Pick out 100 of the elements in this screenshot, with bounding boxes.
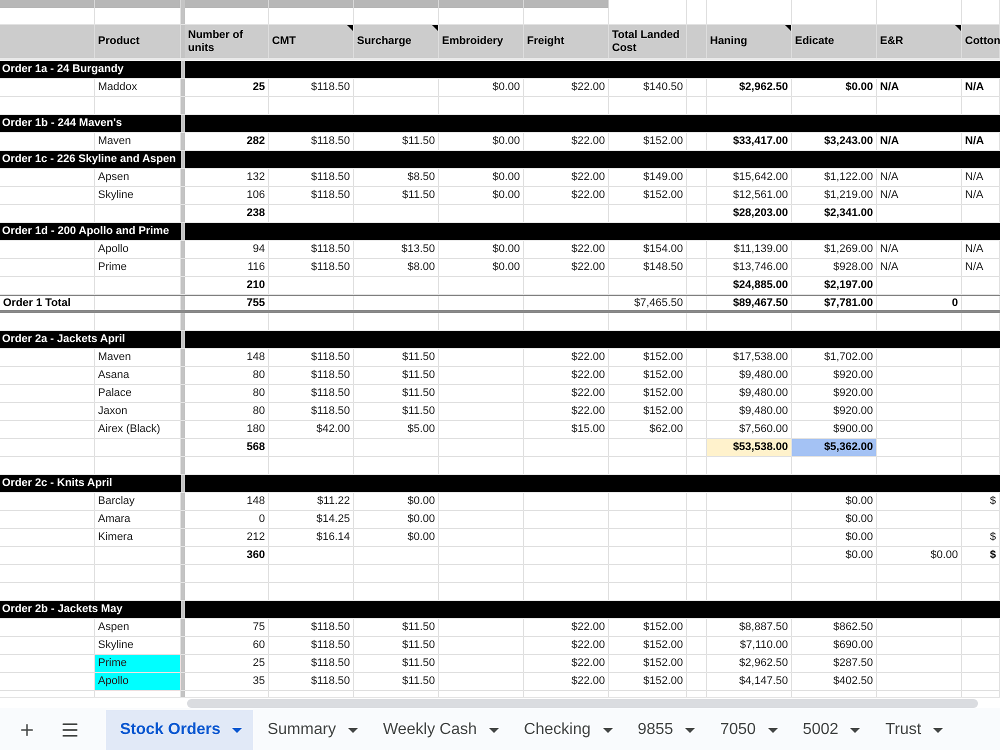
table-cell: $17,538.00	[707, 349, 792, 366]
table-cell: N/A	[877, 79, 962, 96]
sheet-tab[interactable]: Trust	[871, 710, 954, 750]
table-cell: Prime	[95, 655, 181, 672]
table-cell: 148	[185, 493, 269, 510]
table-cell: $154.00	[609, 241, 687, 258]
table-cell: $2,962.50	[707, 655, 792, 672]
table-cell: $5.00	[354, 421, 439, 438]
table-cell: $140.50	[609, 79, 687, 96]
table-cell: $7,781.00	[792, 296, 877, 310]
scrollbar-thumb[interactable]	[187, 698, 978, 708]
table-cell: $13.50	[354, 241, 439, 258]
table-cell: $148.50	[609, 259, 687, 276]
table-cell: $0.00	[792, 79, 877, 96]
column-header: Embroidery	[442, 35, 504, 48]
group-header-cell: Order 1d - 200 Apollo and Prime	[0, 223, 181, 240]
table-cell: N/A	[962, 187, 1000, 204]
table-cell: $118.50	[269, 385, 354, 402]
table-cell: $22.00	[524, 259, 609, 276]
table-cell: $2,197.00	[792, 277, 877, 294]
table-cell: $2,341.00	[792, 205, 877, 222]
table-cell: $0.00	[439, 187, 524, 204]
caret-icon	[768, 728, 778, 732]
table-cell: $5,362.00	[792, 439, 877, 456]
sheet-tab[interactable]: Weekly Cash	[368, 710, 510, 750]
table-cell: 116	[185, 259, 269, 276]
table-cell: $7,465.50	[609, 296, 687, 310]
table-cell: $152.00	[609, 349, 687, 366]
sheet-tab[interactable]: 5002	[788, 710, 872, 750]
group-header-cell: Order 2c - Knits April	[0, 475, 181, 492]
sheet-tab[interactable]: Stock Orders	[106, 710, 254, 750]
group-header-cell: Order 1a - 24 Burgandy	[0, 61, 181, 78]
column-header: Edicate	[795, 35, 834, 48]
table-cell: $9,480.00	[707, 367, 792, 384]
table-cell: $28,203.00	[707, 205, 792, 222]
table-cell: $22.00	[524, 403, 609, 420]
table-cell: $22.00	[524, 619, 609, 636]
table-cell: $118.50	[269, 349, 354, 366]
table-cell: $11.50	[354, 673, 439, 690]
column-header: Cotton	[965, 35, 1000, 48]
table-cell: 60	[185, 637, 269, 654]
table-cell: $118.50	[269, 79, 354, 96]
table-cell: $118.50	[269, 673, 354, 690]
table-cell: $11.50	[354, 367, 439, 384]
sheet-tab[interactable]: Checking	[510, 710, 624, 750]
column-header: Haning	[710, 35, 748, 48]
caret-icon	[933, 728, 944, 732]
table-cell: $42.00	[269, 421, 354, 438]
table-cell: $11.50	[354, 385, 439, 402]
sheet-tab[interactable]: Summary	[253, 710, 369, 750]
sheet-tab[interactable]: 9855	[624, 710, 706, 750]
table-cell: N/A	[962, 169, 1000, 186]
table-cell: Order 1 Total	[0, 296, 95, 310]
column-header: Surcharge	[357, 35, 412, 48]
table-cell: $0.00	[439, 79, 524, 96]
table-cell: $9,480.00	[707, 403, 792, 420]
table-cell: Apollo	[95, 673, 181, 690]
table-cell: 25	[185, 655, 269, 672]
table-cell: N/A	[962, 259, 1000, 276]
table-cell: $13,746.00	[707, 259, 792, 276]
table-cell: $53,538.00	[707, 439, 792, 456]
table-cell: N/A	[877, 169, 962, 186]
table-cell: $1,702.00	[792, 349, 877, 366]
table-cell: $152.00	[609, 133, 687, 150]
table-cell: $287.50	[792, 655, 877, 672]
table-cell: N/A	[877, 241, 962, 258]
column-header: Total Landed Cost	[612, 28, 681, 54]
table-cell: 238	[185, 205, 269, 222]
table-cell: $118.50	[269, 259, 354, 276]
table-cell: 210	[185, 277, 269, 294]
caret-icon	[602, 728, 613, 732]
table-cell: $33,417.00	[707, 133, 792, 150]
table-cell: $0.00	[792, 529, 877, 546]
caret-icon	[685, 728, 696, 732]
table-cell: $11.50	[354, 133, 439, 150]
table-cell: $15.00	[524, 421, 609, 438]
sheet-tab[interactable]: 7050	[706, 710, 789, 750]
table-cell: $9,480.00	[707, 385, 792, 402]
table-cell: $8,887.50	[707, 619, 792, 636]
table-cell: $920.00	[792, 385, 877, 402]
table-cell: $1,269.00	[792, 241, 877, 258]
table-cell: 94	[185, 241, 269, 258]
table-cell: $920.00	[792, 403, 877, 420]
table-cell: $118.50	[269, 133, 354, 150]
table-cell: $402.50	[792, 673, 877, 690]
table-cell: $3,243.00	[792, 133, 877, 150]
table-cell: 106	[185, 187, 269, 204]
table-cell: $2,962.50	[707, 79, 792, 96]
table-cell: $62.00	[609, 421, 687, 438]
table-cell: $152.00	[609, 403, 687, 420]
group-header-cell: Order 2b - Jackets May	[0, 601, 181, 618]
table-cell: $118.50	[269, 187, 354, 204]
column-header: E&R	[880, 35, 904, 48]
table-cell: $12,561.00	[707, 187, 792, 204]
caret-icon	[488, 728, 499, 732]
table-cell: $14.25	[269, 511, 354, 528]
table-cell: $22.00	[524, 385, 609, 402]
table-cell: 25	[185, 79, 269, 96]
table-cell: N/A	[877, 133, 962, 150]
table-cell: $22.00	[524, 349, 609, 366]
